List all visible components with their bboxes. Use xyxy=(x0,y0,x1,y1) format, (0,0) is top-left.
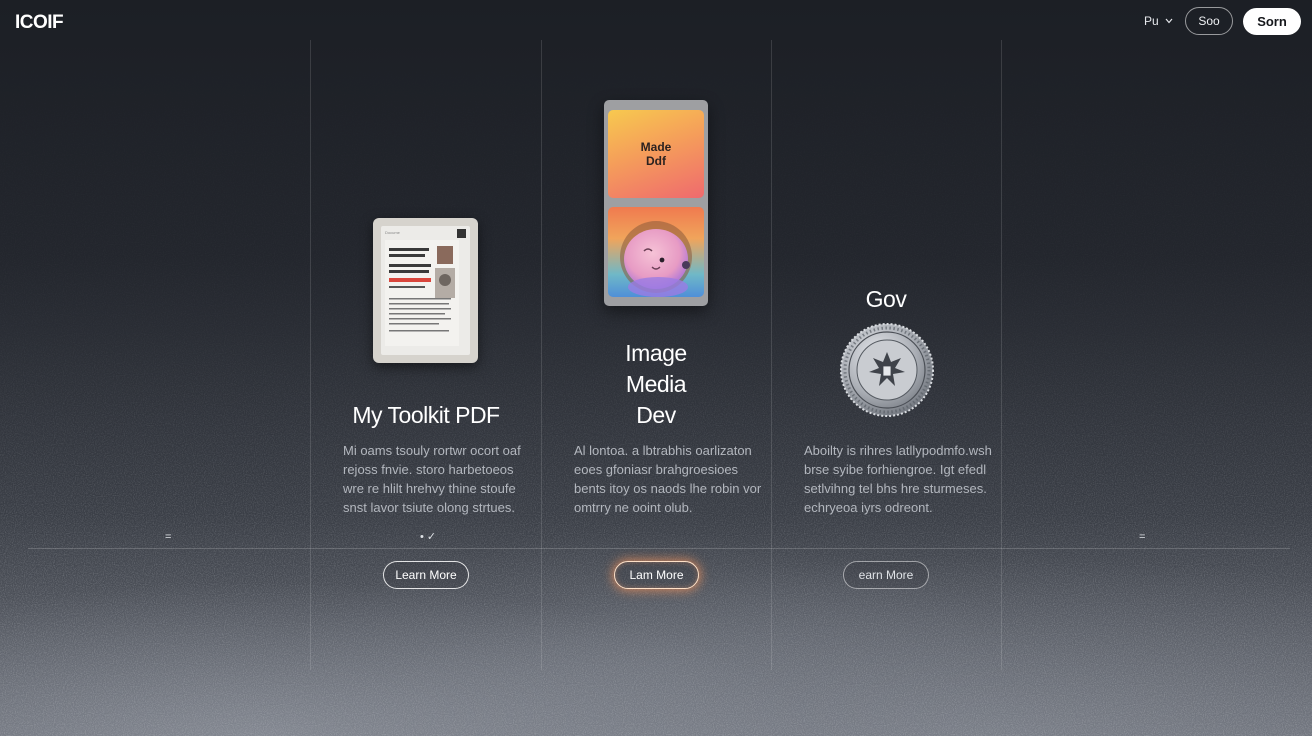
column-title-pdf: My Toolkit PDF xyxy=(352,402,500,428)
column-title-line: Image xyxy=(625,340,687,366)
tablet-screen: Docume xyxy=(381,226,470,355)
character-illustration xyxy=(620,221,692,297)
close-icon xyxy=(457,229,466,238)
grid-divider xyxy=(771,40,772,670)
check-marker-icon: • ✓ xyxy=(420,531,437,543)
language-selector[interactable]: Pu xyxy=(1144,14,1173,28)
made-pdf-card: Made Ddf xyxy=(608,110,704,198)
tablet-header: Docume xyxy=(385,229,466,238)
signup-button[interactable]: Sorn xyxy=(1243,8,1301,35)
column-title-line: Media xyxy=(625,371,687,397)
equals-icon: = xyxy=(165,531,172,543)
tablet-header-text: Docume xyxy=(385,230,400,235)
learn-more-button-image[interactable]: Lam More xyxy=(614,561,699,589)
learn-more-button-gov[interactable]: earn More xyxy=(843,561,929,589)
gov-seal-icon xyxy=(840,323,934,417)
column-description-pdf: Mi oams tsouly rortwr ocort oaf rejoss f… xyxy=(343,443,521,515)
grid-divider xyxy=(1001,40,1002,670)
chevron-down-icon xyxy=(1165,18,1173,24)
pdf-tablet-mockup: Docume xyxy=(373,218,478,363)
column-title-gov: Gov xyxy=(865,286,907,312)
learn-more-button-pdf[interactable]: Learn More xyxy=(383,561,469,589)
language-label: Pu xyxy=(1144,14,1159,28)
character-card xyxy=(608,207,704,297)
column-description-gov: Aboilty is rihres latllypodmfo.wsh brse … xyxy=(804,443,992,515)
equals-icon: = xyxy=(1139,531,1146,543)
signin-button[interactable]: Soo xyxy=(1185,7,1233,35)
made-pdf-card-label: Made Ddf xyxy=(640,140,672,168)
phone-mockup: Made Ddf xyxy=(604,100,708,306)
grid-divider-horizontal xyxy=(28,548,1290,549)
column-description-image: Al lontoa. a lbtrabhis oarlizaton eoes g… xyxy=(574,443,762,515)
column-title-image: Image Media Dev xyxy=(556,338,756,431)
grid-divider xyxy=(310,40,311,670)
column-title-line: Dev xyxy=(636,402,676,428)
logo[interactable]: ICOIF xyxy=(15,12,64,34)
grid-divider xyxy=(541,40,542,670)
document-preview xyxy=(385,240,459,346)
